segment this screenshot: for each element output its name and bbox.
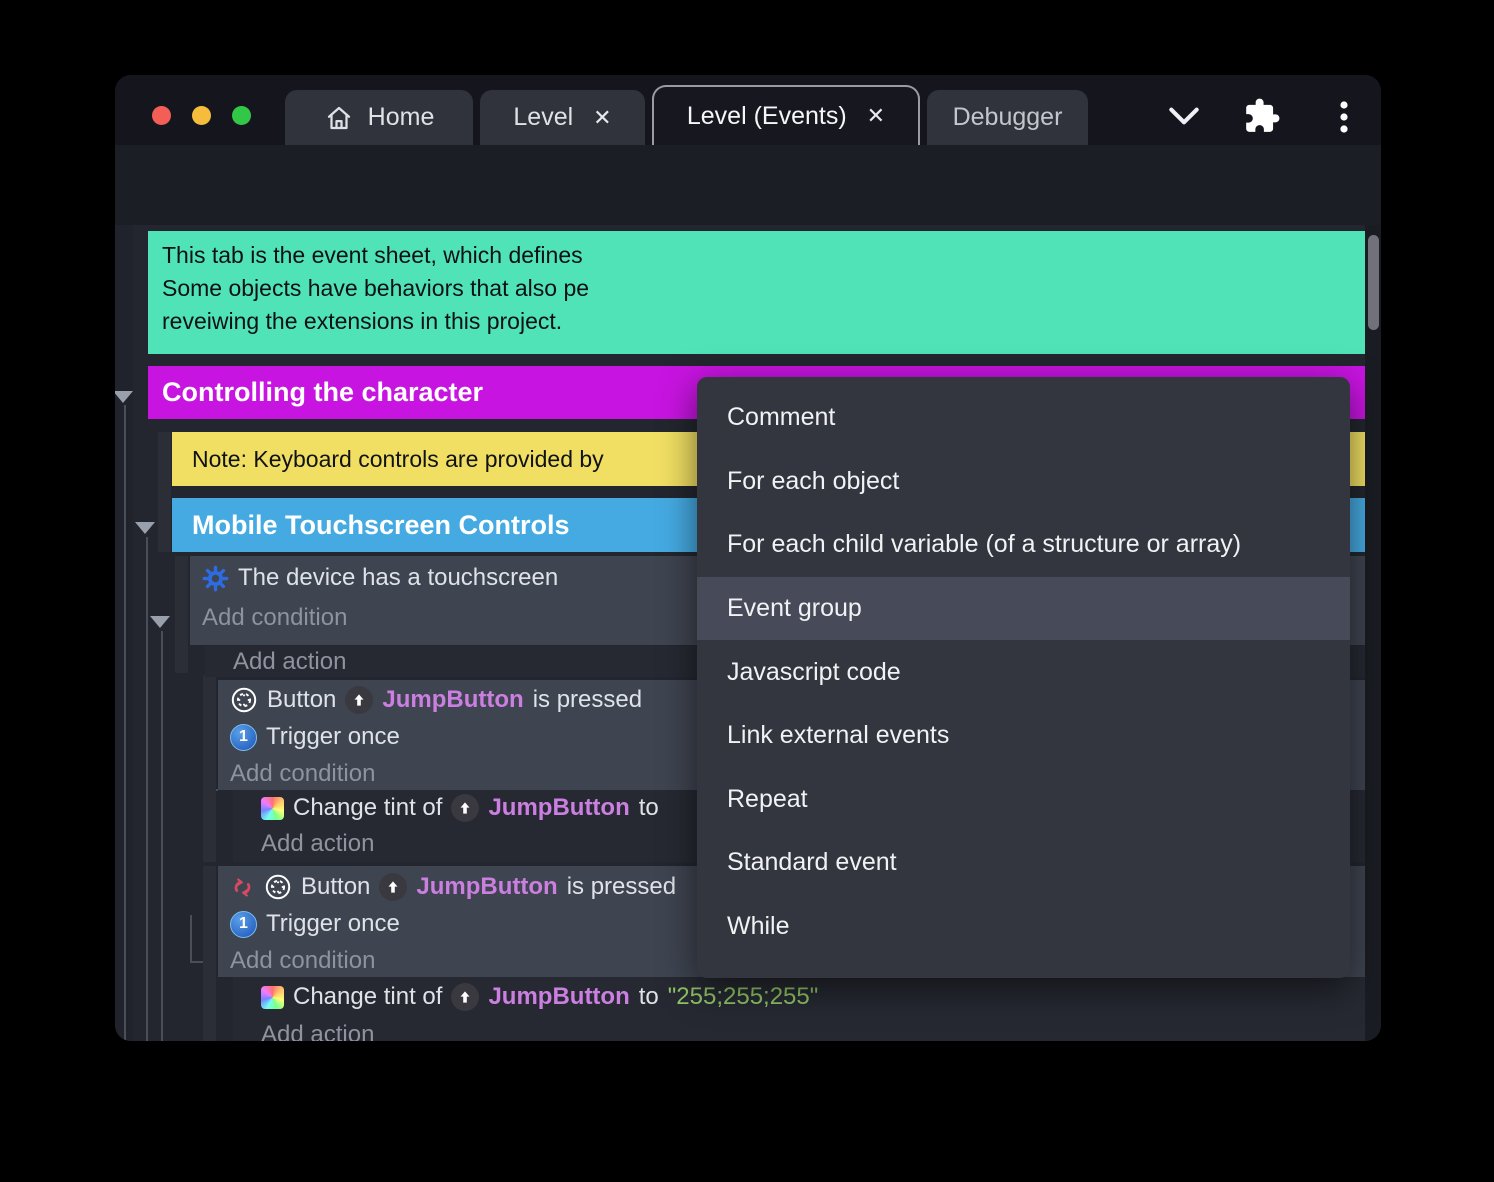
object-name: JumpButton <box>488 794 630 821</box>
tint-color-icon <box>261 985 284 1009</box>
action-text: to <box>638 794 659 821</box>
tree-line <box>124 405 126 1041</box>
extensions-puzzle-icon[interactable] <box>1243 97 1281 135</box>
jumpbutton-object-icon <box>451 983 480 1011</box>
scrollbar-track[interactable] <box>1365 225 1381 1041</box>
menu-item-comment[interactable]: Comment <box>697 386 1350 450</box>
jumpbutton-object-icon <box>345 686 374 714</box>
condition-text: Button <box>267 686 337 713</box>
condition-text: Trigger once <box>266 910 400 937</box>
menu-item-link-external-events[interactable]: Link external events <box>697 704 1350 768</box>
tint-color-icon <box>261 796 284 820</box>
condition-text: is pressed <box>532 686 643 713</box>
toolbar <box>115 145 1381 290</box>
comment-line: This tab is the event sheet, which defin… <box>162 242 583 268</box>
comment-line: reveiwing the extensions in this project… <box>162 308 563 334</box>
tab-level-events[interactable]: Level (Events) ✕ <box>652 85 920 145</box>
comment-block[interactable]: This tab is the event sheet, which defin… <box>148 231 1365 354</box>
tree-line <box>161 631 163 1041</box>
add-action-link[interactable]: Add action <box>261 830 374 858</box>
add-condition-link[interactable]: Add condition <box>202 604 347 632</box>
collapse-arrow-icon[interactable] <box>150 616 170 628</box>
jumpbutton-object-icon <box>379 873 408 901</box>
object-name: JumpButton <box>382 686 524 713</box>
condition-text: is pressed <box>566 873 677 900</box>
add-event-context-menu: Comment For each object For each child v… <box>697 377 1350 978</box>
tab-home-label: Home <box>367 103 435 131</box>
comment-line: Some objects have behaviors that also pe <box>162 275 590 301</box>
object-name: JumpButton <box>416 873 558 900</box>
menu-item-event-group[interactable]: Event group <box>697 576 1350 641</box>
event-drag-strip[interactable] <box>203 675 216 862</box>
gear-icon <box>202 565 229 592</box>
add-action-link[interactable]: Add action <box>233 648 346 676</box>
menu-item-for-each-object[interactable]: For each object <box>697 450 1350 514</box>
add-condition-link[interactable]: Add condition <box>230 760 375 788</box>
tab-debugger[interactable]: Debugger <box>927 90 1088 145</box>
menu-item-repeat[interactable]: Repeat <box>697 768 1350 832</box>
menu-item-javascript-code[interactable]: Javascript code <box>697 640 1350 704</box>
minimize-window-button[interactable] <box>192 106 211 125</box>
app-window: Home Level ✕ Level (Events) ✕ Debugger T… <box>115 75 1381 1041</box>
add-action-link[interactable]: Add action <box>261 1021 374 1041</box>
close-icon[interactable]: ✕ <box>593 105 611 131</box>
collapse-arrow-icon[interactable] <box>135 522 155 534</box>
condition-text: Button <box>301 873 371 900</box>
tree-line <box>146 537 148 1041</box>
gamepad-button-icon <box>264 873 292 901</box>
kebab-menu-icon[interactable] <box>1336 99 1352 135</box>
string-value: "255;255;255" <box>667 983 819 1010</box>
condition-text: The device has a touchscreen <box>238 564 559 591</box>
condition-text: Trigger once <box>266 723 400 750</box>
event-drag-strip[interactable] <box>158 432 171 552</box>
action-text: to <box>638 983 659 1010</box>
event-actions[interactable]: Change tint of JumpButton to "255;255;25… <box>233 977 1365 1041</box>
tree-line <box>190 961 204 963</box>
action-text: Change tint of <box>293 983 443 1010</box>
collapse-arrow-icon[interactable] <box>115 391 133 403</box>
tree-line <box>190 915 192 962</box>
event-sheet: This tab is the event sheet, which defin… <box>115 225 1381 1041</box>
home-icon <box>324 103 354 133</box>
title-bar: Home Level ✕ Level (Events) ✕ Debugger <box>115 75 1381 145</box>
object-name: JumpButton <box>488 983 630 1010</box>
menu-item-for-each-child-variable[interactable]: For each child variable (of a structure … <box>697 513 1350 577</box>
group-title: Mobile Touchscreen Controls <box>192 509 570 540</box>
note-text: Note: Keyboard controls are provided by <box>192 445 604 472</box>
tab-level[interactable]: Level ✕ <box>480 90 645 145</box>
trigger-once-icon: 1 <box>230 910 257 938</box>
event-drag-strip[interactable] <box>203 866 216 1041</box>
maximize-window-button[interactable] <box>232 106 251 125</box>
tab-home[interactable]: Home <box>285 90 473 145</box>
event-drag-strip[interactable] <box>175 556 188 673</box>
menu-item-standard-event[interactable]: Standard event <box>697 831 1350 895</box>
tab-level-label: Level <box>513 103 574 131</box>
tab-debugger-label: Debugger <box>952 103 1063 131</box>
menu-item-while[interactable]: While <box>697 895 1350 959</box>
tab-level-events-label: Level (Events) <box>686 101 847 130</box>
close-window-button[interactable] <box>152 106 171 125</box>
jumpbutton-object-icon <box>451 794 480 822</box>
chevron-down-icon[interactable] <box>1165 101 1203 131</box>
group-title: Controlling the character <box>162 377 484 407</box>
action-text: Change tint of <box>293 794 443 821</box>
add-condition-link[interactable]: Add condition <box>230 947 375 975</box>
gamepad-button-icon <box>230 686 258 714</box>
scrollbar-thumb[interactable] <box>1367 235 1379 330</box>
trigger-once-icon: 1 <box>230 723 257 751</box>
invert-condition-icon <box>230 875 255 900</box>
close-icon[interactable]: ✕ <box>867 103 885 129</box>
